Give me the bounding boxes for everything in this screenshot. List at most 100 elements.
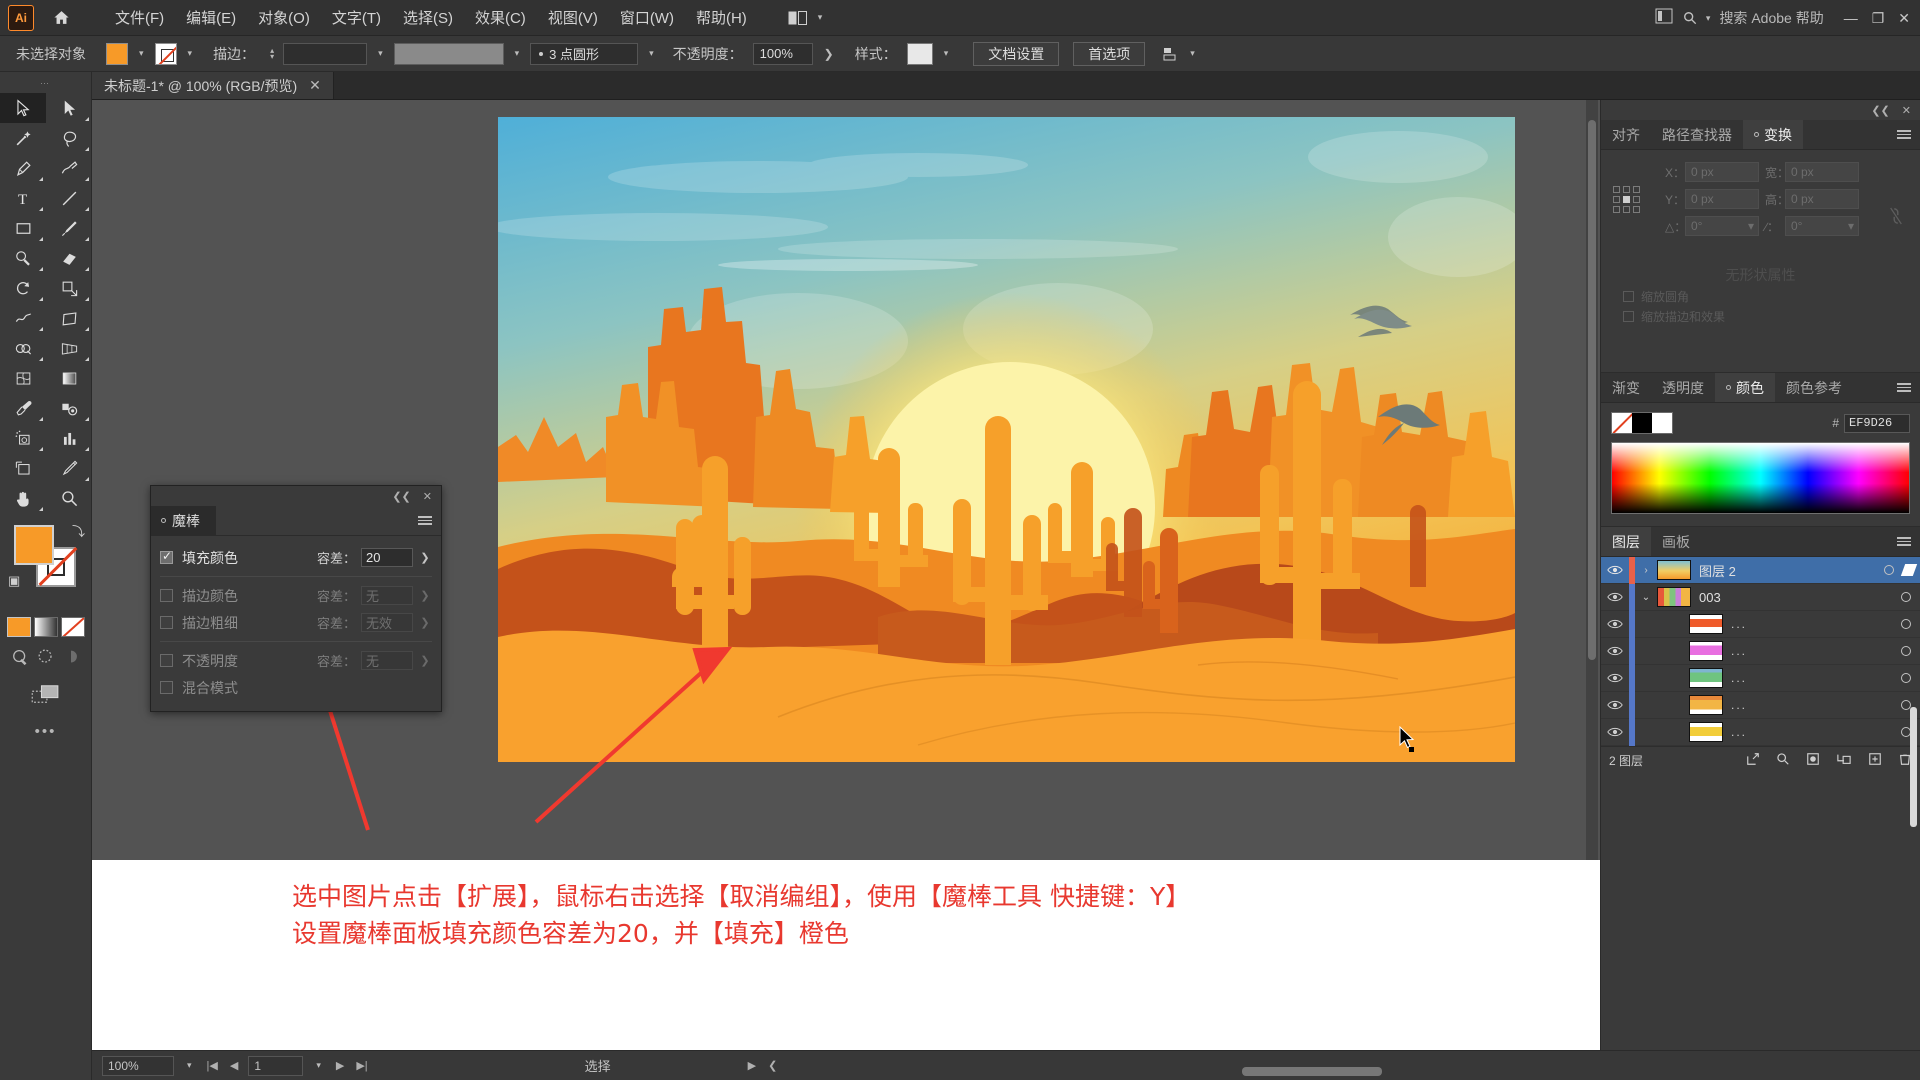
tab-gradient[interactable]: 渐变 (1601, 373, 1651, 402)
visibility-toggle-icon[interactable] (1601, 618, 1629, 630)
black-swatch[interactable] (1632, 413, 1652, 433)
mesh-tool[interactable] (0, 363, 46, 393)
curvature-tool[interactable] (46, 153, 92, 183)
locate-object-icon[interactable] (1746, 752, 1760, 769)
eyedropper-tool[interactable] (0, 393, 46, 423)
stroke-weight-spinner[interactable]: ▴ ▾ (270, 46, 274, 60)
panel-menu-icon[interactable] (1897, 527, 1911, 556)
layer-row-2[interactable]: ... (1601, 610, 1920, 638)
visibility-toggle-icon[interactable] (1601, 564, 1629, 576)
document-tab[interactable]: 未标题-1* @ 100% (RGB/预览) ✕ (92, 72, 334, 99)
wand-option-opacity[interactable]: 不透明度 容差： 无 ❯ (151, 647, 441, 674)
first-artboard-button[interactable]: |◀ (205, 1059, 220, 1072)
target-indicator[interactable] (1892, 619, 1920, 629)
target-indicator[interactable] (1892, 592, 1920, 602)
artboard-tool[interactable] (0, 453, 46, 483)
layer-row-3[interactable]: ... (1601, 637, 1920, 665)
menu-window[interactable]: 窗口(W) (609, 3, 685, 32)
home-icon[interactable] (44, 5, 78, 31)
fill-chevron-icon[interactable]: ▾ (134, 48, 149, 59)
prev-artboard-button[interactable]: ◀ (228, 1059, 240, 1072)
close-icon[interactable]: ✕ (309, 77, 321, 94)
status-expand-button[interactable]: ▶ (746, 1059, 758, 1072)
checkbox-stroke-color[interactable] (160, 589, 173, 602)
column-graph-tool[interactable] (46, 423, 92, 453)
width-profile-chevron-icon[interactable]: ▾ (510, 48, 525, 59)
panel-menu-icon[interactable] (1897, 373, 1911, 402)
visibility-toggle-icon[interactable] (1601, 699, 1629, 711)
tolerance-input-fill[interactable]: 20 (361, 548, 413, 567)
h-input[interactable]: 0 px (1785, 189, 1859, 209)
visibility-toggle-icon[interactable] (1601, 726, 1629, 738)
symbol-sprayer-tool[interactable] (0, 423, 46, 453)
eraser-tool[interactable] (46, 243, 92, 273)
menu-edit[interactable]: 编辑(E) (175, 3, 247, 32)
stroke-weight-input[interactable] (283, 42, 368, 65)
scale-corners-checkbox[interactable]: 缩放圆角 (1623, 288, 1910, 305)
gradient-tool[interactable] (46, 363, 92, 393)
gradient-fill-mode[interactable] (33, 617, 58, 637)
next-artboard-button[interactable]: ▶ (334, 1059, 346, 1072)
line-segment-tool[interactable] (46, 183, 92, 213)
wand-option-fill-color[interactable]: 填充颜色 容差： 20 ❯ (151, 544, 441, 571)
scale-tool[interactable] (46, 273, 92, 303)
graphic-style-swatch[interactable] (906, 42, 933, 65)
tab-color-guide[interactable]: 颜色参考 (1775, 373, 1853, 402)
close-icon[interactable]: ✕ (1902, 104, 1911, 117)
opacity-input[interactable]: 100% (752, 42, 813, 65)
type-tool[interactable]: T (0, 183, 46, 213)
target-indicator[interactable] (1892, 646, 1920, 656)
none-fill-mode[interactable] (60, 617, 85, 637)
lasso-tool[interactable] (46, 123, 92, 153)
preferences-button[interactable]: 首选项 (1073, 41, 1146, 66)
draw-behind-icon[interactable] (36, 647, 56, 667)
align-chevron-icon[interactable]: ▾ (1185, 48, 1200, 59)
menu-object[interactable]: 对象(O) (247, 3, 321, 32)
checkbox-fill-color[interactable] (160, 549, 173, 564)
magic-wand-tool[interactable] (0, 123, 46, 153)
minimize-button[interactable]: — (1844, 10, 1858, 26)
checkbox-scale-corners[interactable] (1623, 291, 1634, 302)
layer-row-0[interactable]: › 图层 2 (1601, 556, 1920, 584)
paintbrush-tool[interactable] (46, 213, 92, 243)
brush-profile-select[interactable]: 3 点圆形 (530, 42, 639, 65)
collapse-icon[interactable]: ❮❮ (392, 490, 410, 503)
stroke-chevron-icon[interactable]: ▾ (183, 48, 198, 59)
last-artboard-button[interactable]: ▶| (354, 1059, 369, 1072)
hex-input[interactable]: EF9D26 (1844, 413, 1910, 433)
expand-icon[interactable]: › (1635, 565, 1657, 576)
workspace-switcher-icon[interactable] (1655, 8, 1673, 29)
target-indicator[interactable] (1892, 673, 1920, 683)
tab-artboards[interactable]: 画板 (1651, 527, 1701, 556)
shear-input[interactable]: 0° ▾ (1785, 216, 1859, 236)
layer-row-5[interactable]: ... (1601, 691, 1920, 719)
tab-transform[interactable]: 变换 (1743, 120, 1803, 149)
menu-file[interactable]: 文件(F) (104, 3, 175, 32)
tab-color[interactable]: 颜色 (1715, 373, 1775, 402)
stroke-weight-chevron-icon[interactable]: ▾ (373, 48, 388, 59)
checkbox-opacity[interactable] (160, 654, 173, 667)
tab-transparency[interactable]: 透明度 (1651, 373, 1715, 402)
stroke-variable-width-field[interactable] (393, 42, 504, 65)
swap-fill-stroke-icon[interactable]: ⤵ (72, 521, 85, 540)
reference-point-selector[interactable] (1613, 186, 1640, 213)
create-new-layer-icon[interactable] (1868, 752, 1882, 769)
rectangle-tool[interactable] (0, 213, 46, 243)
scale-strokes-checkbox[interactable]: 缩放描边和效果 (1623, 308, 1910, 325)
white-swatch[interactable] (1652, 413, 1672, 433)
artboard[interactable] (498, 117, 1515, 762)
perspective-grid-tool[interactable] (46, 333, 92, 363)
slice-tool[interactable] (46, 453, 92, 483)
layer-row-4[interactable]: ... (1601, 664, 1920, 692)
rotate-tool[interactable] (0, 273, 46, 303)
close-button[interactable]: ✕ (1898, 10, 1910, 27)
artboard-chevron-icon[interactable]: ▾ (311, 1060, 326, 1071)
close-icon[interactable]: ✕ (423, 490, 432, 503)
collapse-icon[interactable]: ❮❮ (1871, 104, 1889, 117)
artboard-number-input[interactable]: 1 (248, 1055, 304, 1076)
zoom-tool[interactable] (46, 483, 92, 513)
wand-option-stroke-weight[interactable]: 描边粗细 容差： 无效 ❯ (151, 609, 441, 636)
restore-button[interactable]: ❐ (1872, 10, 1885, 27)
layers-scrollbar[interactable] (1910, 707, 1917, 827)
color-spectrum[interactable] (1611, 442, 1910, 514)
